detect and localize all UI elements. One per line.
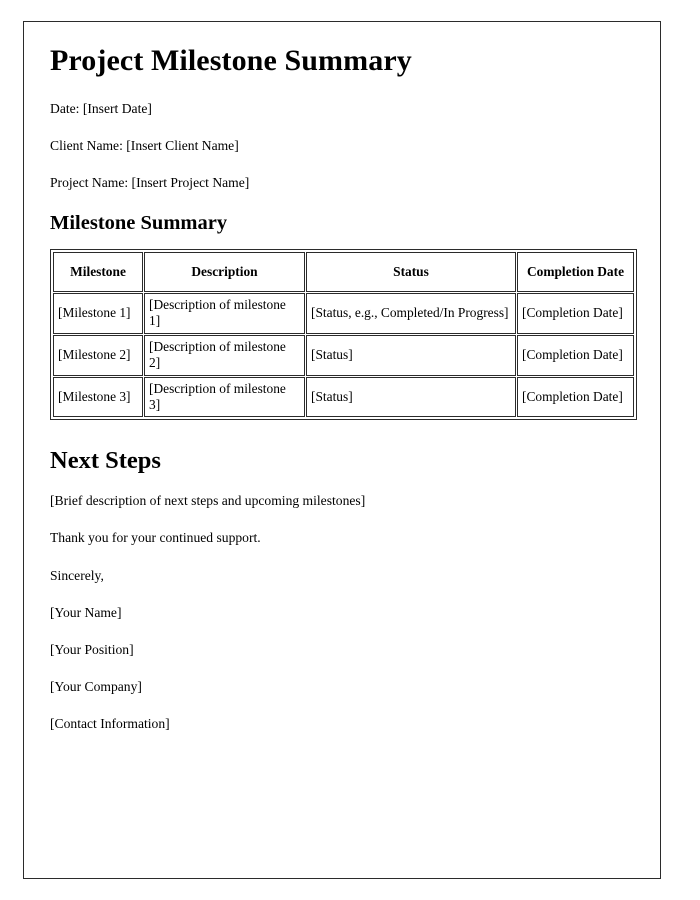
meta-line-project-name: Project Name: [Insert Project Name] [50,175,250,191]
table-row: [Milestone 3] [Description of milestone … [53,376,634,418]
milestone-table-frame: Milestone Description Status Completion … [50,249,637,421]
cell-status: [Status] [306,376,516,418]
section-heading-milestone-summary: Milestone Summary [50,211,228,234]
column-header-milestone: Milestone [53,252,143,293]
column-header-description: Description [144,252,305,293]
cell-status: [Status, e.g., Completed/In Progress] [306,293,516,334]
thank-you-line: Thank you for your continued support. [50,530,261,546]
signature-name: [Your Name] [50,604,122,620]
cell-description: [Description of milestone 3] [144,376,305,418]
milestone-table: Milestone Description Status Completion … [52,251,635,418]
cell-completion-date: [Completion Date] [517,376,634,418]
signature-contact: [Contact Information] [50,716,170,732]
cell-status: [Status] [306,334,516,376]
table-header-row: Milestone Description Status Completion … [53,252,634,293]
page-title: Project Milestone Summary [50,44,412,77]
cell-completion-date: [Completion Date] [517,293,634,334]
document-body: Project Milestone Summary Date: [Insert … [50,44,646,732]
table-row: [Milestone 1] [Description of milestone … [53,293,634,334]
next-steps-body: [Brief description of next steps and upc… [50,493,366,509]
meta-line-client-name: Client Name: [Insert Client Name] [50,138,239,154]
document-page: Project Milestone Summary Date: [Insert … [23,21,661,879]
signature-position: [Your Position] [50,641,134,657]
section-heading-next-steps: Next Steps [50,447,161,475]
cell-completion-date: [Completion Date] [517,334,634,376]
cell-milestone: [Milestone 3] [53,376,143,418]
signature-company: [Your Company] [50,678,142,694]
cell-milestone: [Milestone 1] [53,293,143,334]
column-header-completion-date: Completion Date [517,252,634,293]
cell-milestone: [Milestone 2] [53,334,143,376]
table-row: [Milestone 2] [Description of milestone … [53,334,634,376]
meta-line-date: Date: [Insert Date] [50,101,152,117]
column-header-status: Status [306,252,516,293]
cell-description: [Description of milestone 2] [144,334,305,376]
cell-description: [Description of milestone 1] [144,293,305,334]
closing-line: Sincerely, [50,567,104,583]
